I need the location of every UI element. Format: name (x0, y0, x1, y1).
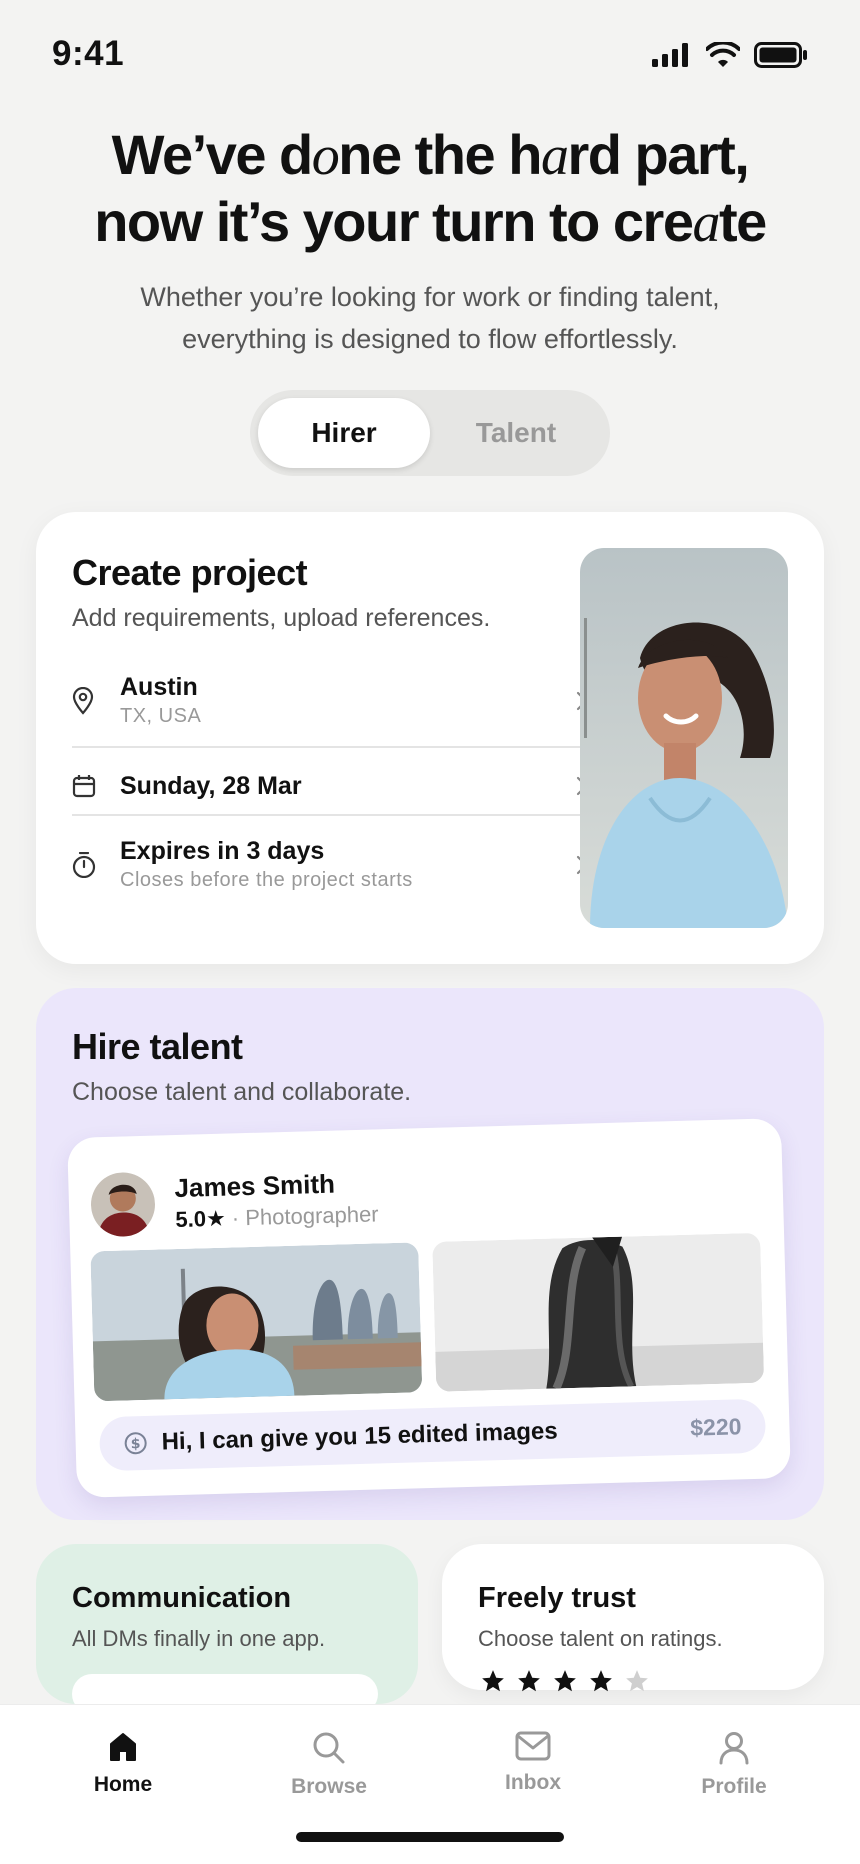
battery-icon (754, 42, 807, 68)
location-city: Austin (120, 673, 198, 701)
tab-home-label: Home (93, 1773, 153, 1796)
svg-text:$: $ (131, 1436, 141, 1452)
portfolio-image[interactable] (432, 1232, 765, 1392)
title-line-2: now it’s your turn to create (94, 190, 767, 254)
expiry-label: Expires in 3 days (120, 837, 325, 865)
search-icon (313, 1732, 345, 1764)
tab-inbox-label: Inbox (505, 1771, 561, 1794)
divider (72, 814, 588, 816)
toggle-hirer-button[interactable]: Hirer (258, 398, 430, 468)
talent-rating: 5.0★ (175, 1205, 227, 1233)
timer-icon (72, 852, 96, 878)
location-row[interactable]: Austin TX, USA (72, 672, 588, 730)
star-icon (482, 1670, 504, 1692)
page-subtitle: Whether you’re looking for work or findi… (140, 282, 720, 354)
offer-price: $220 (689, 1412, 742, 1441)
star-icon (554, 1670, 576, 1692)
rating-stars (480, 1668, 650, 1694)
home-indicator (296, 1832, 564, 1842)
offer-message-text: Hi, I can give you 15 edited images (161, 1417, 559, 1456)
communication-card[interactable]: Communication All DMs finally in one app… (36, 1544, 418, 1714)
create-project-subtitle: Add requirements, upload references. (72, 604, 491, 632)
communication-subtitle: All DMs finally in one app. (72, 1626, 326, 1651)
location-pin-icon (72, 687, 94, 715)
tab-inbox[interactable]: Inbox (463, 1731, 603, 1795)
portfolio-image[interactable] (90, 1242, 423, 1402)
tab-browse-label: Browse (291, 1775, 367, 1798)
user-icon (719, 1732, 749, 1765)
talent-meta: 5.0★ · Photographer (175, 1201, 379, 1233)
status-bar: 9:41 (0, 0, 860, 110)
wifi-icon (706, 42, 740, 67)
star-icon (590, 1670, 612, 1692)
mail-icon (515, 1731, 551, 1761)
dollar-coin-icon: $ (124, 1432, 147, 1455)
project-date: Sunday, 28 Mar (120, 772, 302, 800)
cellular-signal-icon (652, 43, 688, 67)
status-time: 9:41 (52, 34, 125, 73)
home-icon (110, 1733, 136, 1761)
expiry-row[interactable]: Expires in 3 days Closes before the proj… (72, 836, 588, 894)
communication-title: Communication (72, 1582, 292, 1614)
create-project-card[interactable]: Create project Add requirements, upload … (36, 512, 824, 964)
tab-profile[interactable]: Profile (664, 1731, 804, 1799)
talent-role: · Photographer (231, 1201, 379, 1231)
calendar-icon (72, 775, 96, 798)
talent-offer-card[interactable]: James Smith 5.0★ · Photographer $ Hi, I … (67, 1118, 791, 1498)
trust-title: Freely trust (478, 1582, 636, 1614)
tab-profile-label: Profile (701, 1775, 767, 1798)
hire-talent-subtitle: Choose talent and collaborate. (72, 1078, 412, 1106)
title-line-1: We’ve done the hard part, (111, 123, 750, 187)
status-icons (652, 42, 808, 68)
page-title: We’ve done the hard part, now it’s your … (0, 122, 860, 256)
mode-toggle: Hirer Talent (250, 390, 610, 476)
location-region: TX, USA (120, 705, 202, 727)
trust-subtitle: Choose talent on ratings. (478, 1626, 723, 1651)
hire-talent-title: Hire talent (72, 1026, 243, 1067)
date-row[interactable]: Sunday, 28 Mar (72, 758, 588, 814)
create-project-title: Create project (72, 552, 308, 593)
star-icon (518, 1670, 540, 1692)
tab-browse[interactable]: Browse (259, 1731, 399, 1799)
tab-home[interactable]: Home (53, 1731, 193, 1797)
trust-card[interactable]: Freely trust Choose talent on ratings. (442, 1544, 824, 1692)
offer-message[interactable]: $ Hi, I can give you 15 edited images $2… (98, 1398, 767, 1472)
expiry-note: Closes before the project starts (120, 869, 413, 891)
reference-photo (580, 548, 788, 928)
divider (72, 746, 588, 748)
star-icon (626, 1670, 648, 1692)
avatar (90, 1171, 156, 1238)
toggle-talent-button[interactable]: Talent (430, 398, 602, 468)
talent-name: James Smith (174, 1168, 336, 1204)
